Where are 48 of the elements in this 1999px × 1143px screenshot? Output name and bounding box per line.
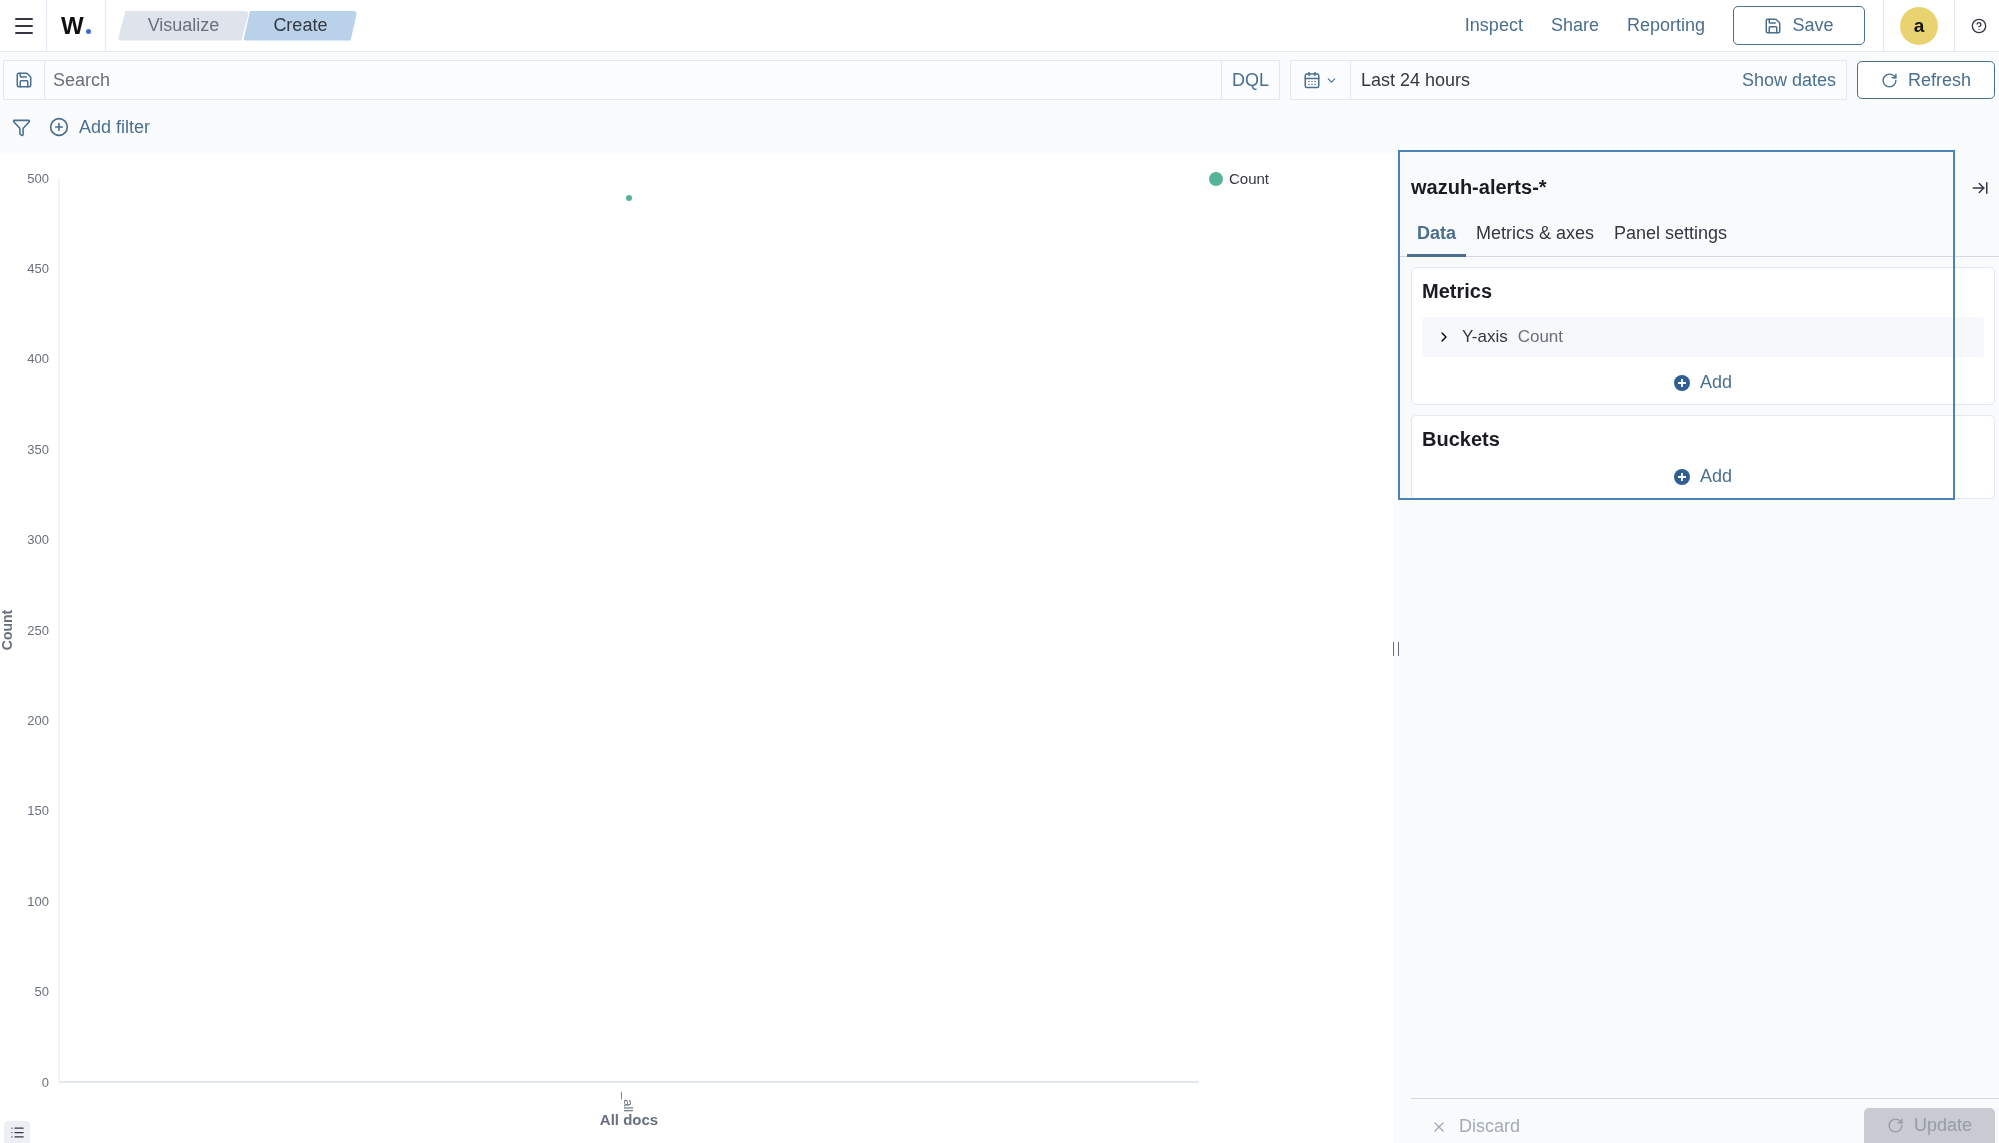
index-pattern-title: wazuh-alerts-*: [1411, 176, 1547, 199]
refresh-icon: [1886, 1117, 1904, 1134]
query-language-button[interactable]: DQL: [1221, 61, 1279, 99]
axis-tick-label: _all: [621, 1092, 636, 1113]
section-title: Metrics: [1422, 280, 1494, 303]
header-link[interactable]: Share: [1550, 15, 1599, 36]
axis-title: Count: [0, 609, 15, 651]
refresh-icon: [1881, 71, 1898, 89]
save-button[interactable]: Save: [1733, 6, 1865, 45]
tab[interactable]: Data: [1407, 217, 1466, 257]
axis-tick-label: 400: [27, 351, 49, 367]
data-point: [626, 194, 632, 201]
add-icon: [1674, 374, 1690, 391]
axis-tick-label: 100: [27, 893, 49, 909]
axis-tick-label: 450: [27, 260, 49, 276]
plus-circle-icon: [49, 117, 69, 137]
axis-tick-label: 500: [27, 170, 49, 186]
axis-tick-label: 50: [34, 984, 49, 1000]
axis-tick-label: 350: [27, 441, 49, 457]
tab[interactable]: Metrics & axes: [1466, 217, 1605, 257]
add-button[interactable]: Add: [1668, 465, 1738, 488]
logo[interactable]: W: [47, 11, 105, 40]
list-icon[interactable]: [4, 1121, 30, 1143]
legend-label[interactable]: Count: [1229, 170, 1270, 187]
axis-tick-label: 200: [27, 712, 49, 728]
axis-tick-label: 150: [27, 803, 49, 819]
header-link[interactable]: Reporting: [1626, 15, 1705, 36]
calendar-icon: [1303, 71, 1321, 89]
time-range[interactable]: Last 24 hours: [1351, 69, 1742, 91]
show-dates-link[interactable]: Show dates: [1741, 69, 1846, 91]
axis-title: All docs: [599, 1111, 659, 1128]
header-link[interactable]: Inspect: [1464, 15, 1523, 36]
axis-tick-label: 250: [27, 622, 49, 638]
refresh-button[interactable]: Refresh: [1857, 61, 1995, 99]
section-title: Buckets: [1422, 428, 1501, 451]
add-filter-button[interactable]: Add filter: [49, 116, 151, 138]
user-avatar[interactable]: a: [1900, 6, 1938, 45]
breadcrumb[interactable]: Create: [243, 10, 358, 41]
search-bar[interactable]: Search DQL: [3, 60, 1280, 100]
search-field[interactable]: Search: [45, 61, 1221, 99]
tab[interactable]: Panel settings: [1604, 217, 1738, 257]
add-icon: [1674, 468, 1690, 485]
breadcrumb[interactable]: Visualize: [117, 10, 250, 41]
axis-tick-label: 300: [27, 532, 49, 548]
axis-tick-label: 0: [41, 1074, 49, 1090]
filter-icon[interactable]: [12, 117, 31, 137]
add-button[interactable]: Add: [1668, 371, 1738, 394]
metric-item[interactable]: Y-axis Count: [1422, 317, 1984, 357]
